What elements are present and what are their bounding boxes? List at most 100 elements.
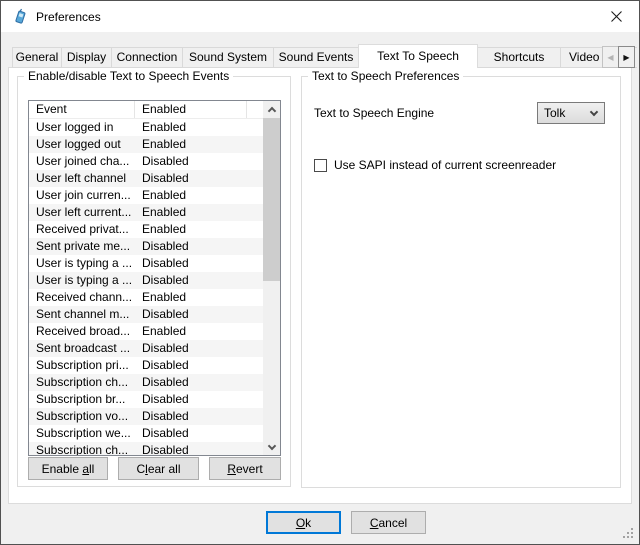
table-row[interactable]: Sent channel m... Disabled <box>29 306 263 323</box>
engine-combobox[interactable]: Tolk <box>537 102 605 124</box>
table-row[interactable]: Sent broadcast ... Disabled <box>29 340 263 357</box>
window-title: Preferences <box>36 10 101 24</box>
table-row[interactable]: Sent private me... Disabled <box>29 238 263 255</box>
chevron-up-icon <box>267 107 275 115</box>
scrollbar-down-button[interactable] <box>263 438 280 455</box>
status-cell: Disabled <box>135 153 189 170</box>
event-cell: User left current... <box>29 204 135 221</box>
sapi-row: Use SAPI instead of current screenreader <box>314 158 556 172</box>
event-cell: Sent channel m... <box>29 306 135 323</box>
status-cell: Disabled <box>135 357 189 374</box>
engine-combobox-value: Tolk <box>544 103 565 123</box>
event-cell: Received privat... <box>29 221 135 238</box>
event-list-scrollbar[interactable] <box>263 101 280 455</box>
event-cell: Subscription we... <box>29 425 135 442</box>
engine-row: Text to Speech Engine Tolk <box>314 102 605 124</box>
tab-sound-system[interactable]: Sound System <box>182 47 274 68</box>
tab-text-to-speech[interactable]: Text To Speech <box>358 44 478 68</box>
table-row[interactable]: Received chann... Enabled <box>29 289 263 306</box>
event-cell: User logged out <box>29 136 135 153</box>
tab-display[interactable]: Display <box>61 47 112 68</box>
status-cell: Enabled <box>135 119 186 136</box>
tab-sound-events[interactable]: Sound Events <box>273 47 359 68</box>
event-cell: User joined cha... <box>29 153 135 170</box>
table-row[interactable]: User is typing a ... Disabled <box>29 255 263 272</box>
event-cell: User is typing a ... <box>29 272 135 289</box>
tab-general[interactable]: General <box>12 47 62 68</box>
table-row[interactable]: Subscription ch... Disabled <box>29 442 263 455</box>
table-row[interactable]: User logged in Enabled <box>29 119 263 136</box>
status-cell: Enabled <box>135 323 186 340</box>
tab-bar: GeneralDisplayConnectionSound SystemSoun… <box>12 44 637 68</box>
title-bar: Preferences <box>1 1 639 32</box>
status-cell: Disabled <box>135 238 189 255</box>
tab-scroll-right-icon: ▶ <box>623 53 629 62</box>
table-row[interactable]: Subscription we... Disabled <box>29 425 263 442</box>
preferences-dialog: Preferences GeneralDisplayConnectionSoun… <box>0 0 640 545</box>
ok-button[interactable]: Ok <box>266 511 341 534</box>
engine-label: Text to Speech Engine <box>314 106 434 120</box>
tab-scroll-arrows: ◀ ▶ <box>602 46 635 68</box>
table-row[interactable]: User is typing a ... Disabled <box>29 272 263 289</box>
status-cell: Disabled <box>135 425 189 442</box>
clear-all-button[interactable]: Clear all <box>118 457 199 480</box>
sapi-checkbox-label[interactable]: Use SAPI instead of current screenreader <box>334 158 556 172</box>
tab-page: Enable/disable Text to Speech Events Eve… <box>8 67 632 504</box>
events-groupbox-title: Enable/disable Text to Speech Events <box>24 69 233 83</box>
status-cell: Disabled <box>135 255 189 272</box>
status-cell: Disabled <box>135 340 189 357</box>
revert-button[interactable]: Revert <box>209 457 281 480</box>
tts-groupbox: Text to Speech Preferences Text to Speec… <box>301 76 621 488</box>
tab-connection[interactable]: Connection <box>111 47 183 68</box>
status-cell: Disabled <box>135 272 189 289</box>
event-cell: Subscription br... <box>29 391 135 408</box>
event-cell: Received broad... <box>29 323 135 340</box>
table-row[interactable]: Subscription vo... Disabled <box>29 408 263 425</box>
event-cell: Subscription ch... <box>29 374 135 391</box>
table-row[interactable]: User join curren... Enabled <box>29 187 263 204</box>
tab-scroll-left-button[interactable]: ◀ <box>602 46 619 68</box>
close-icon <box>611 11 622 22</box>
event-list-rows: User logged in Enabled User logged out E… <box>29 119 263 455</box>
resize-grip[interactable] <box>623 528 635 540</box>
table-row[interactable]: Received broad... Enabled <box>29 323 263 340</box>
event-cell: User join curren... <box>29 187 135 204</box>
table-row[interactable]: Subscription ch... Disabled <box>29 374 263 391</box>
table-row[interactable]: User left channel Disabled <box>29 170 263 187</box>
events-groupbox: Enable/disable Text to Speech Events Eve… <box>17 76 291 487</box>
table-row[interactable]: User joined cha... Disabled <box>29 153 263 170</box>
status-cell: Disabled <box>135 170 189 187</box>
tab-shortcuts[interactable]: Shortcuts <box>477 47 561 68</box>
table-row[interactable]: Received privat... Enabled <box>29 221 263 238</box>
column-header-event[interactable]: Event <box>29 101 135 118</box>
event-cell: Received chann... <box>29 289 135 306</box>
status-cell: Enabled <box>135 136 186 153</box>
tab-scroll-right-button[interactable]: ▶ <box>618 46 635 68</box>
close-button[interactable] <box>593 1 639 31</box>
status-cell: Disabled <box>135 391 189 408</box>
column-header-enabled[interactable]: Enabled <box>135 101 247 118</box>
sapi-checkbox[interactable] <box>314 159 327 172</box>
table-row[interactable]: Subscription pri... Disabled <box>29 357 263 374</box>
scrollbar-up-button[interactable] <box>263 101 280 118</box>
event-list-header: Event Enabled <box>29 101 263 119</box>
cancel-button[interactable]: Cancel <box>351 511 426 534</box>
event-cell: Sent private me... <box>29 238 135 255</box>
chevron-down-icon <box>590 108 598 116</box>
event-cell: User logged in <box>29 119 135 136</box>
status-cell: Disabled <box>135 408 189 425</box>
enable-all-button[interactable]: Enable all <box>28 457 108 480</box>
status-cell: Enabled <box>135 289 186 306</box>
event-cell: User is typing a ... <box>29 255 135 272</box>
event-cell: Subscription vo... <box>29 408 135 425</box>
table-row[interactable]: Subscription br... Disabled <box>29 391 263 408</box>
tab-scroll-left-icon: ◀ <box>607 53 613 62</box>
status-cell: Enabled <box>135 221 186 238</box>
event-cell: Subscription ch... <box>29 442 135 455</box>
scrollbar-thumb[interactable] <box>263 118 280 281</box>
tts-groupbox-title: Text to Speech Preferences <box>308 69 463 83</box>
app-icon <box>12 8 29 25</box>
status-cell: Enabled <box>135 187 186 204</box>
table-row[interactable]: User left current... Enabled <box>29 204 263 221</box>
table-row[interactable]: User logged out Enabled <box>29 136 263 153</box>
